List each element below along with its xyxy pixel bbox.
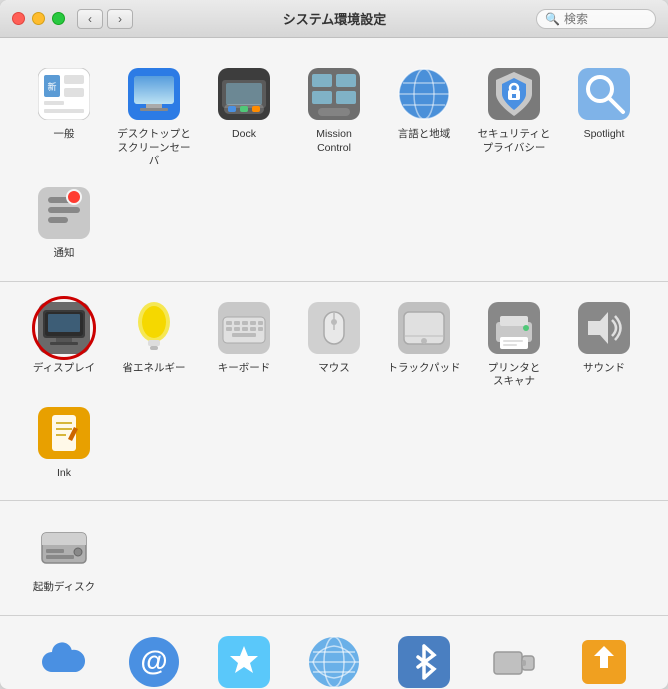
icon-printer bbox=[486, 300, 542, 356]
icon-desktop bbox=[126, 66, 182, 122]
startup-grid: 起動ディスク bbox=[20, 511, 648, 601]
traffic-lights bbox=[12, 12, 65, 25]
minimize-button[interactable] bbox=[32, 12, 45, 25]
grid-item-energy[interactable]: 省エネルギー bbox=[110, 292, 198, 395]
label-general: 一般 bbox=[54, 128, 75, 142]
forward-button[interactable]: › bbox=[107, 9, 133, 29]
label-energy: 省エネルギー bbox=[123, 362, 186, 376]
grid-item-dock[interactable]: Dock bbox=[200, 58, 288, 175]
grid-item-spotlight[interactable]: Spotlight bbox=[560, 58, 648, 175]
icon-bluetooth bbox=[396, 634, 452, 689]
personal-grid: 新 一般 bbox=[20, 58, 648, 267]
search-input[interactable] bbox=[564, 12, 644, 26]
label-dock: Dock bbox=[232, 128, 256, 142]
label-notification: 通知 bbox=[54, 247, 75, 261]
grid-item-network[interactable]: ネットワーク bbox=[290, 626, 378, 689]
section-internet: iCloud @ インターネットアカウント bbox=[0, 616, 668, 689]
svg-text:@: @ bbox=[140, 645, 167, 676]
label-sound: サウンド bbox=[583, 362, 625, 376]
window-title: システム環境設定 bbox=[133, 9, 536, 28]
section-startup: 起動ディスク bbox=[0, 501, 668, 616]
label-display: ディスプレイ bbox=[33, 362, 95, 376]
label-mission: MissionControl bbox=[316, 128, 352, 155]
grid-item-trackpad[interactable]: トラックパッド bbox=[380, 292, 468, 395]
section-hardware: ディスプレイ 省エネルギー bbox=[0, 282, 668, 502]
icon-general: 新 bbox=[36, 66, 92, 122]
nav-buttons: ‹ › bbox=[77, 9, 133, 29]
titlebar: ‹ › システム環境設定 🔍 bbox=[0, 0, 668, 38]
icon-mouse bbox=[306, 300, 362, 356]
back-button[interactable]: ‹ bbox=[77, 9, 103, 29]
grid-item-sharing[interactable]: 共有 bbox=[560, 626, 648, 689]
label-keyboard: キーボード bbox=[218, 362, 271, 376]
label-language: 言語と地域 bbox=[398, 128, 451, 142]
icon-internet-accounts: @ bbox=[126, 634, 182, 689]
grid-item-mission[interactable]: MissionControl bbox=[290, 58, 378, 175]
grid-item-icloud[interactable]: iCloud bbox=[20, 626, 108, 689]
system-preferences-window: ‹ › システム環境設定 🔍 bbox=[0, 0, 668, 689]
grid-item-keyboard[interactable]: キーボード bbox=[200, 292, 288, 395]
icon-sound bbox=[576, 300, 632, 356]
grid-item-language[interactable]: 言語と地域 bbox=[380, 58, 468, 175]
icon-spotlight bbox=[576, 66, 632, 122]
grid-item-internet-accounts[interactable]: @ インターネットアカウント bbox=[110, 626, 198, 689]
icon-security bbox=[486, 66, 542, 122]
icon-trackpad bbox=[396, 300, 452, 356]
close-button[interactable] bbox=[12, 12, 25, 25]
label-security: セキュリティとプライバシー bbox=[478, 128, 551, 155]
label-trackpad: トラックパッド bbox=[388, 362, 461, 376]
icon-ink bbox=[36, 405, 92, 461]
icon-display bbox=[36, 300, 92, 356]
grid-item-notification[interactable]: 通知 bbox=[20, 177, 108, 267]
icon-startup-disk bbox=[36, 519, 92, 575]
label-printer: プリンタとスキャナ bbox=[488, 362, 541, 389]
icon-extensions bbox=[486, 634, 542, 689]
icon-network bbox=[306, 634, 362, 689]
icon-energy bbox=[126, 300, 182, 356]
icon-sharing bbox=[576, 634, 632, 689]
grid-item-app-store[interactable]: App Store bbox=[200, 626, 288, 689]
label-desktop: デスクトップとスクリーンセーバ bbox=[114, 128, 194, 169]
notification-badge bbox=[66, 189, 82, 205]
icon-language bbox=[396, 66, 452, 122]
section-personal: 新 一般 bbox=[0, 48, 668, 282]
search-icon: 🔍 bbox=[545, 12, 560, 26]
hardware-grid: ディスプレイ 省エネルギー bbox=[20, 292, 648, 487]
label-startup-disk: 起動ディスク bbox=[33, 581, 95, 595]
grid-item-sound[interactable]: サウンド bbox=[560, 292, 648, 395]
grid-item-bluetooth[interactable]: Bluetooth bbox=[380, 626, 468, 689]
grid-item-desktop[interactable]: デスクトップとスクリーンセーバ bbox=[110, 58, 198, 175]
label-mouse: マウス bbox=[318, 362, 350, 376]
grid-item-printer[interactable]: プリンタとスキャナ bbox=[470, 292, 558, 395]
grid-item-general[interactable]: 新 一般 bbox=[20, 58, 108, 175]
icon-dock bbox=[216, 66, 272, 122]
maximize-button[interactable] bbox=[52, 12, 65, 25]
label-spotlight: Spotlight bbox=[584, 128, 625, 142]
grid-item-display[interactable]: ディスプレイ bbox=[20, 292, 108, 395]
icon-keyboard bbox=[216, 300, 272, 356]
grid-item-extensions[interactable]: 機能拡張 bbox=[470, 626, 558, 689]
grid-item-startup-disk[interactable]: 起動ディスク bbox=[20, 511, 108, 601]
icon-app-store bbox=[216, 634, 272, 689]
preferences-grid: 新 一般 bbox=[0, 38, 668, 689]
grid-item-ink[interactable]: Ink bbox=[20, 397, 108, 487]
icon-icloud bbox=[36, 634, 92, 689]
label-ink: Ink bbox=[57, 467, 71, 481]
grid-item-mouse[interactable]: マウス bbox=[290, 292, 378, 395]
svg-text:新: 新 bbox=[47, 81, 56, 92]
icon-mission bbox=[306, 66, 362, 122]
internet-grid: iCloud @ インターネットアカウント bbox=[20, 626, 648, 689]
search-box[interactable]: 🔍 bbox=[536, 9, 656, 29]
grid-item-security[interactable]: セキュリティとプライバシー bbox=[470, 58, 558, 175]
icon-notification bbox=[36, 185, 92, 241]
